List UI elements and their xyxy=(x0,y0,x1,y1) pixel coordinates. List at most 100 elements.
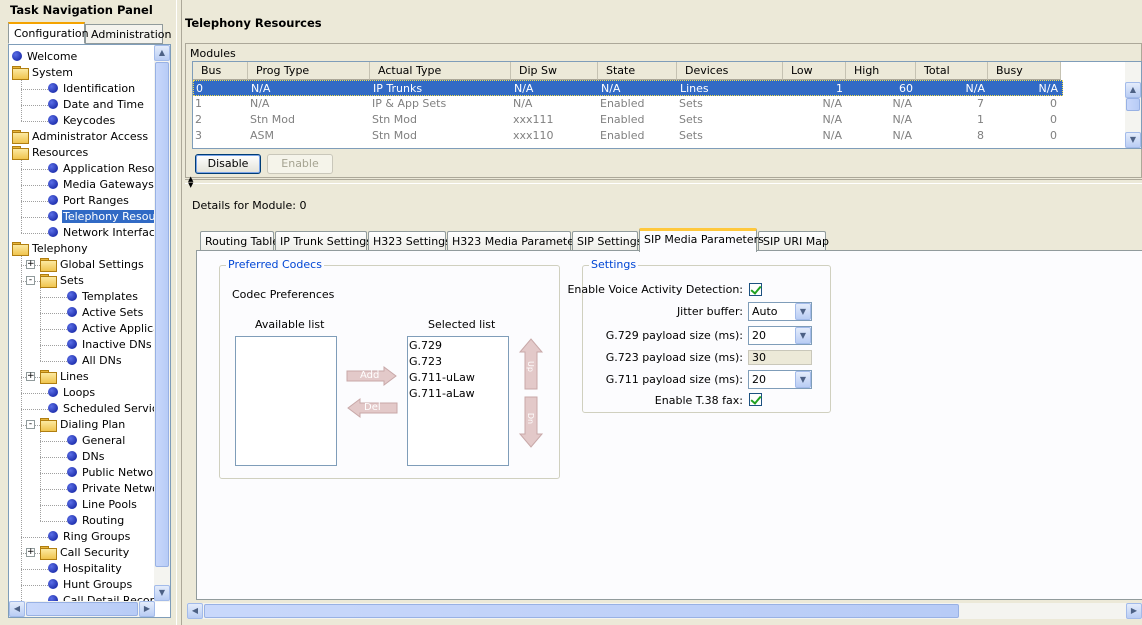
del-button[interactable]: Del xyxy=(346,398,398,418)
tab-sip-media-parameters[interactable]: SIP Media Parameters xyxy=(639,228,764,252)
tree-item[interactable]: Scheduled Services xyxy=(48,401,155,417)
scroll-left-icon[interactable]: ◀ xyxy=(9,601,25,617)
scroll-down-icon[interactable]: ▼ xyxy=(154,585,170,601)
scroll-up-icon[interactable]: ▲ xyxy=(1125,82,1141,98)
tab-h323-settings[interactable]: H323 Settings xyxy=(368,231,451,251)
list-item[interactable]: G.729 xyxy=(409,338,442,354)
list-item[interactable]: G.711-aLaw xyxy=(409,386,475,402)
splitter-arrows-icon[interactable]: ▲ ▼ xyxy=(188,176,193,189)
tab-routing-table[interactable]: Routing Table xyxy=(200,231,279,251)
tree-item[interactable]: Administrator Access xyxy=(12,129,149,145)
tree-item[interactable]: Application Resources xyxy=(48,161,155,177)
column-header[interactable]: State xyxy=(598,62,677,80)
scroll-thumb[interactable] xyxy=(155,62,169,567)
collapse-icon[interactable]: - xyxy=(26,420,35,429)
vad-checkbox[interactable] xyxy=(749,283,762,296)
g711-payload-select[interactable]: 20 ▼ xyxy=(748,370,812,389)
tree-item[interactable]: Keycodes xyxy=(48,113,116,129)
scroll-right-icon[interactable]: ▶ xyxy=(139,601,155,617)
tree-item[interactable]: Routing xyxy=(67,513,125,529)
scroll-thumb[interactable] xyxy=(204,604,959,618)
tree-item[interactable]: Resources xyxy=(12,145,89,161)
collapse-icon[interactable]: - xyxy=(26,276,35,285)
selected-codecs-list[interactable]: G.729 G.723 G.711-uLaw G.711-aLaw xyxy=(407,336,509,466)
tab-ip-trunk-settings[interactable]: IP Trunk Settings xyxy=(275,231,372,251)
move-up-button[interactable]: Up xyxy=(518,338,544,390)
tree-item[interactable]: Port Ranges xyxy=(48,193,130,209)
column-header[interactable]: Dip Sw xyxy=(511,62,598,80)
tree-item[interactable]: Active Sets xyxy=(67,305,144,321)
tree-item[interactable]: Ring Groups xyxy=(48,529,131,545)
enable-button[interactable]: Enable xyxy=(267,154,333,174)
scroll-up-icon[interactable]: ▲ xyxy=(154,45,170,61)
chevron-down-icon[interactable]: ▼ xyxy=(795,327,811,344)
tab-h323-media-parameters[interactable]: H323 Media Parameters xyxy=(447,231,584,251)
move-down-button[interactable]: Dn xyxy=(518,396,544,448)
tree-item[interactable]: General xyxy=(67,433,126,449)
expand-icon[interactable]: + xyxy=(26,260,35,269)
column-header[interactable]: Busy xyxy=(988,62,1061,80)
tree-item[interactable]: System xyxy=(12,65,74,81)
tree-item[interactable]: Templates xyxy=(67,289,139,305)
tree-item[interactable]: Loops xyxy=(48,385,96,401)
horizontal-splitter[interactable] xyxy=(185,179,1142,184)
scroll-down-icon[interactable]: ▼ xyxy=(1125,132,1141,148)
tree-item[interactable]: DNs xyxy=(67,449,105,465)
table-row[interactable]: 1 N/A IP & App Sets N/A Enabled Sets N/A N/A 7 0 xyxy=(193,96,1063,112)
list-item[interactable]: G.723 xyxy=(409,354,442,370)
tree-item[interactable]: Hospitality xyxy=(48,561,123,577)
tree-item[interactable]: Telephony xyxy=(12,241,89,257)
list-item[interactable]: G.711-uLaw xyxy=(409,370,475,386)
available-codecs-list[interactable] xyxy=(235,336,337,466)
scroll-thumb[interactable] xyxy=(26,602,138,616)
tree-vertical-scrollbar[interactable]: ▲ ▼ xyxy=(154,45,170,602)
tab-sip-uri-map[interactable]: SIP URI Map xyxy=(758,231,829,251)
tree-item[interactable]: Welcome xyxy=(12,49,78,65)
tree-item[interactable]: Inactive DNs xyxy=(67,337,153,353)
disable-button[interactable]: Disable xyxy=(195,154,261,174)
tree-item[interactable]: Hunt Groups xyxy=(48,577,133,593)
g729-payload-select[interactable]: 20 ▼ xyxy=(748,326,812,345)
tab-configuration[interactable]: Configuration xyxy=(8,22,89,44)
tree-item[interactable]: Telephony Resources xyxy=(48,209,155,225)
tab-sip-settings[interactable]: SIP Settings xyxy=(572,231,642,251)
column-header[interactable]: Low xyxy=(783,62,846,80)
scroll-left-icon[interactable]: ◀ xyxy=(187,603,203,619)
column-header[interactable]: Prog Type xyxy=(248,62,370,80)
scroll-thumb[interactable] xyxy=(1126,98,1140,111)
tree-item[interactable]: Identification xyxy=(48,81,136,97)
table-vertical-scrollbar[interactable]: ▲ ▼ xyxy=(1125,62,1141,148)
table-row[interactable]: 0 N/A IP Trunks N/A N/A Lines 1 60 N/A N/A xyxy=(193,80,1063,96)
expand-icon[interactable]: + xyxy=(26,548,35,557)
table-row[interactable]: 3 ASM Stn Mod xxx110 Enabled Sets N/A N/A 8 0 xyxy=(193,128,1063,144)
tree-item[interactable]: Active Application xyxy=(67,321,155,337)
tree-item[interactable]: Global Settings xyxy=(40,257,145,273)
main-horizontal-scrollbar[interactable]: ◀ ▶ xyxy=(187,603,1142,619)
add-button[interactable]: Add xyxy=(346,366,398,386)
expand-icon[interactable]: + xyxy=(26,372,35,381)
t38-fax-checkbox[interactable] xyxy=(749,393,762,406)
scroll-right-icon[interactable]: ▶ xyxy=(1126,603,1142,619)
column-header[interactable]: Devices xyxy=(677,62,783,80)
table-row[interactable]: 2 Stn Mod Stn Mod xxx111 Enabled Sets N/A N/A 1 0 xyxy=(193,112,1063,128)
jitter-buffer-select[interactable]: Auto ▼ xyxy=(748,302,812,321)
tree-item[interactable]: Line Pools xyxy=(67,497,138,513)
tree-horizontal-scrollbar[interactable]: ◀ ▶ xyxy=(9,601,155,617)
tree-item[interactable]: Call Security xyxy=(40,545,130,561)
tree-item[interactable]: Media Gateways xyxy=(48,177,155,193)
tab-administration[interactable]: Administration xyxy=(85,24,172,44)
column-header[interactable]: Actual Type xyxy=(370,62,511,80)
column-header[interactable]: High xyxy=(846,62,916,80)
tree-item[interactable]: Public Network xyxy=(67,465,155,481)
column-header[interactable]: Total xyxy=(916,62,988,80)
column-header[interactable]: Bus xyxy=(193,62,248,80)
tree-item[interactable]: Network Interfaces xyxy=(48,225,155,241)
tree-item[interactable]: Sets xyxy=(40,273,85,289)
tree-item[interactable]: Lines xyxy=(40,369,90,385)
chevron-down-icon[interactable]: ▼ xyxy=(795,303,811,320)
tree-item[interactable]: Date and Time xyxy=(48,97,145,113)
tree-item[interactable]: All DNs xyxy=(67,353,123,369)
chevron-down-icon[interactable]: ▼ xyxy=(795,371,811,388)
tree-item[interactable]: Private Network xyxy=(67,481,155,497)
tree-item[interactable]: Dialing Plan xyxy=(40,417,126,433)
